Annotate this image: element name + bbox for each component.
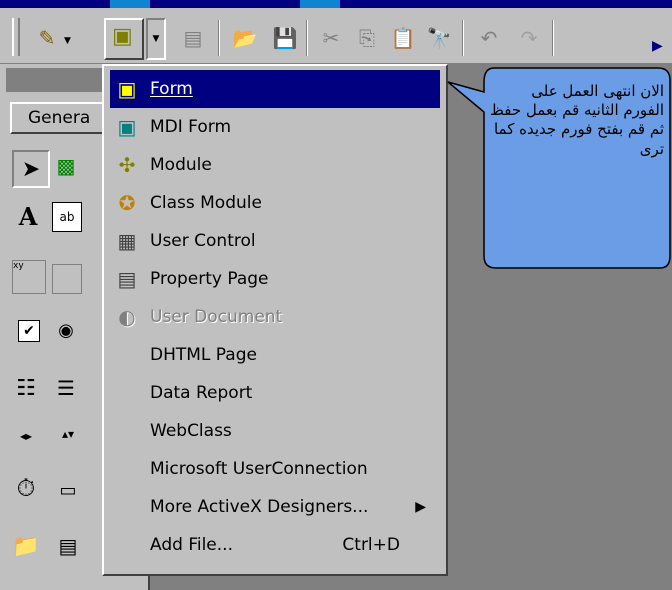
menu-item-label: User Control [150,231,256,251]
redo-icon[interactable]: ↷ [514,20,544,56]
title-bar-accent-1 [110,0,150,8]
standard-toolbar: ✎ ▼ ▣ ▼ ▤ 📂 💾 ✂ ⎘ 📋 🔭 ↶ ↷ ▶ [0,8,672,64]
filelistbox-icon[interactable]: ▤ [54,532,82,560]
menu-item-dhtml-page[interactable]: DHTML Page [110,336,440,374]
hscrollbar-icon[interactable]: ◂▸ [12,422,40,450]
menu-item-label: WebClass [150,421,232,441]
combobox-icon[interactable]: ☷ [12,374,40,402]
menu-item-user-document[interactable]: ◐ User Document [110,298,440,336]
menu-item-label: Microsoft UserConnection [150,459,368,479]
mdi-form-icon: ▣ [117,115,137,139]
add-form-dropdown-icon[interactable]: ▼ [146,18,166,60]
textbox-icon[interactable]: ab [52,202,82,232]
menu-item-label: Data Report [150,383,253,403]
pointer-icon[interactable]: ➤ [12,150,50,188]
menu-item-label: Form [150,79,193,99]
menu-item-label: More ActiveX Designers... [150,497,369,517]
checkbox-icon[interactable]: ✔ [18,320,40,342]
submenu-arrow-icon: ▶ [415,499,426,515]
listbox-icon[interactable]: ☰ [52,374,80,402]
save-project-icon[interactable]: 💾 [270,20,300,56]
copy-icon[interactable]: ⎘ [352,20,382,56]
menu-item-label: Property Page [150,269,269,289]
menu-item-microsoft-userconnection[interactable]: Microsoft UserConnection [110,450,440,488]
toolbox-tab-label: Genera [28,108,91,128]
timer-icon[interactable]: ⏱ [12,474,40,502]
toolbar-grip[interactable] [12,18,20,56]
find-icon[interactable]: 🔭 [424,20,454,56]
command-button-icon[interactable] [52,264,82,294]
option-button-icon[interactable]: ◉ [52,316,80,344]
callout-text: الان انتهى العمل على الفورم الثانيه قم ب… [490,82,664,158]
add-form-menu: ▣ Form ▣ MDI Form ✣ Module ✪ Class Modul… [102,64,448,576]
menu-item-module[interactable]: ✣ Module [110,146,440,184]
menu-item-webclass[interactable]: WebClass [110,412,440,450]
undo-icon[interactable]: ↶ [474,20,504,56]
form-icon: ▣ [117,77,137,101]
frame-icon[interactable]: xy [12,260,46,294]
module-icon: ✣ [118,153,136,177]
menu-item-label: Module [150,155,212,175]
menu-item-label: User Document [150,307,283,327]
cut-icon[interactable]: ✂ [316,20,346,56]
menu-item-label: DHTML Page [150,345,257,365]
menu-item-label: Add File... [150,535,233,555]
menu-item-form[interactable]: ▣ Form [110,70,440,108]
paste-icon[interactable]: 📋 [388,20,418,56]
toolbar-separator [218,20,220,56]
user-control-icon: ▦ [117,229,137,253]
toolbar-separator [462,20,464,56]
add-project-icon[interactable]: ✎ [32,20,62,56]
open-project-icon[interactable]: 📂 [230,20,260,56]
menu-item-mdi-form[interactable]: ▣ MDI Form [110,108,440,146]
label-icon[interactable]: A [14,202,42,231]
dirlistbox-icon[interactable]: 📁 [12,532,40,560]
class-module-icon: ✪ [118,191,136,215]
add-project-dropdown-icon[interactable]: ▼ [64,36,71,46]
user-document-icon: ◐ [118,305,136,329]
toolbar-separator [306,20,308,56]
menu-item-class-module[interactable]: ✪ Class Module [110,184,440,222]
title-bar-accent-2 [300,0,340,8]
menu-item-add-file[interactable]: Add File... Ctrl+D [110,526,440,564]
more-icon[interactable]: ▶ [652,38,663,54]
menu-item-property-page[interactable]: ▤ Property Page [110,260,440,298]
add-form-button[interactable]: ▣ [104,18,144,60]
menu-item-label: Class Module [150,193,262,213]
menu-item-data-report[interactable]: Data Report [110,374,440,412]
menu-item-user-control[interactable]: ▦ User Control [110,222,440,260]
property-page-icon: ▤ [117,267,137,291]
menu-item-more-activex-designers[interactable]: More ActiveX Designers... ▶ [110,488,440,526]
menu-item-label: MDI Form [150,117,231,137]
menu-editor-icon[interactable]: ▤ [178,20,208,56]
add-form-icon: ▣ [112,24,133,49]
vscrollbar-icon[interactable]: ▴▾ [54,420,82,448]
picturebox-icon[interactable]: ▩ [52,152,80,180]
toolbar-separator [552,20,554,56]
shortcut-label: Ctrl+D [342,535,400,555]
drivelistbox-icon[interactable]: ▭ [54,476,82,504]
